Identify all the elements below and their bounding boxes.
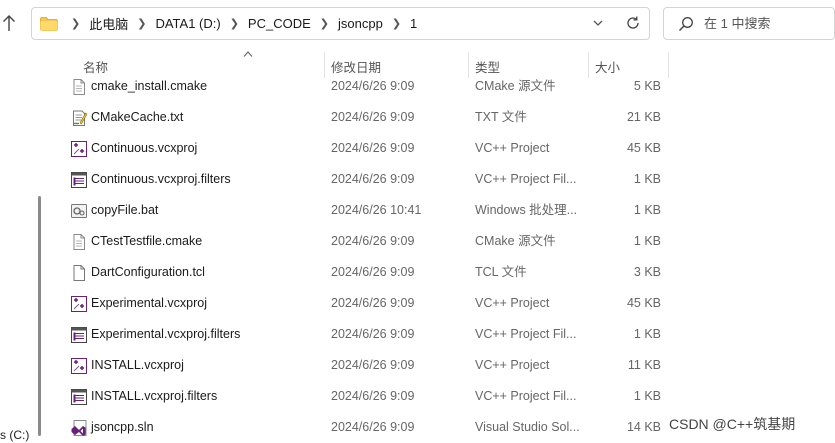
file-date: 2024/6/26 9:09 xyxy=(331,389,415,403)
breadcrumb-this-pc[interactable]: 此电脑 xyxy=(89,14,128,33)
file-type: CMake 源文件 xyxy=(475,79,556,93)
breadcrumb-current[interactable]: 1 xyxy=(410,16,417,31)
file-type: VC++ Project xyxy=(475,141,550,155)
cmake-file-icon xyxy=(71,79,87,95)
file-date: 2024/6/26 9:09 xyxy=(331,296,415,310)
file-name: Continuous.vcxproj xyxy=(91,141,198,155)
file-name: CMakeCache.txt xyxy=(91,110,184,124)
file-size: 1 KB xyxy=(633,172,661,186)
file-size: 1 KB xyxy=(633,327,661,341)
file-size: 14 KB xyxy=(626,420,661,434)
file-row[interactable]: Experimental.vcxproj 2024/6/26 9:09 VC++ P… xyxy=(48,288,668,319)
column-divider[interactable] xyxy=(668,52,669,78)
file-type: Windows 批处理... xyxy=(475,203,578,217)
folder-icon xyxy=(40,17,58,31)
file-date: 2024/6/26 9:09 xyxy=(331,234,415,248)
file-type: VC++ Project Fil... xyxy=(475,389,577,403)
file-size: 21 KB xyxy=(626,110,661,124)
chevron-right-icon[interactable]: ❯ xyxy=(230,17,239,30)
file-type: VC++ Project Fil... xyxy=(475,172,577,186)
file-date: 2024/6/26 9:09 xyxy=(331,79,415,93)
file-type: VC++ Project xyxy=(475,358,550,372)
breadcrumb-jsoncpp[interactable]: jsoncpp xyxy=(338,16,383,31)
file-name: cmake_install.cmake xyxy=(91,79,208,93)
file-size: 45 KB xyxy=(626,296,661,310)
vcxproj-icon xyxy=(71,358,87,374)
file-date: 2024/6/26 9:09 xyxy=(331,172,415,186)
file-name: Experimental.vcxproj xyxy=(91,296,208,310)
filters-icon xyxy=(71,389,87,405)
file-type: Visual Studio Sol... xyxy=(475,420,580,434)
file-date: 2024/6/26 9:09 xyxy=(331,327,415,341)
search-icon xyxy=(678,16,694,32)
breadcrumb-pc-code[interactable]: PC_CODE xyxy=(248,16,311,31)
file-name: CTestTestfile.cmake xyxy=(91,234,203,248)
up-arrow-icon[interactable] xyxy=(2,14,16,32)
text-file-icon xyxy=(71,110,88,126)
file-size: 3 KB xyxy=(633,265,661,279)
file-size: 1 KB xyxy=(633,389,661,403)
file-name: INSTALL.vcxproj.filters xyxy=(91,389,218,403)
file-row[interactable]: CMakeCache.txt 2024/6/26 9:09 TXT 文件 21 KB xyxy=(48,102,668,133)
file-type: TXT 文件 xyxy=(475,110,527,124)
file-row[interactable]: copyFile.bat 2024/6/26 10:41 Windows 批处理..… xyxy=(48,195,668,226)
file-row[interactable]: CTestTestfile.cmake 2024/6/26 9:09 CMake 源… xyxy=(48,226,668,257)
vcxproj-icon xyxy=(71,141,87,157)
file-name: jsoncpp.sln xyxy=(91,420,154,434)
file-type: TCL 文件 xyxy=(475,265,527,279)
file-row[interactable]: cmake_install.cmake 2024/6/26 9:09 CMake 源… xyxy=(48,71,668,102)
search-input[interactable]: 在 1 中搜索 xyxy=(663,7,835,40)
sort-ascending-icon xyxy=(243,50,253,58)
nav-drive-item[interactable]: s (C:) xyxy=(0,428,29,442)
file-row[interactable]: Experimental.vcxproj.filters 2024/6/26 9:… xyxy=(48,319,668,350)
file-size: 1 KB xyxy=(633,203,661,217)
bat-file-icon xyxy=(71,203,87,219)
file-row[interactable]: Continuous.vcxproj 2024/6/26 9:09 VC++ Pro… xyxy=(48,133,668,164)
file-size: 45 KB xyxy=(626,141,661,155)
file-type: VC++ Project xyxy=(475,296,550,310)
file-name: copyFile.bat xyxy=(91,203,159,217)
chevron-right-icon[interactable]: ❯ xyxy=(320,17,329,30)
file-name: Continuous.vcxproj.filters xyxy=(91,172,231,186)
breadcrumb: ❯ 此电脑 ❯ DATA1 (D:) ❯ PC_CODE ❯ jsoncpp ❯… xyxy=(62,8,417,39)
filters-icon xyxy=(71,172,87,188)
file-date: 2024/6/26 9:09 xyxy=(331,141,415,155)
file-name: Experimental.vcxproj.filters xyxy=(91,327,241,341)
file-date: 2024/6/26 10:41 xyxy=(331,203,422,217)
file-date: 2024/6/26 9:09 xyxy=(331,110,415,124)
file-date: 2024/6/26 9:09 xyxy=(331,265,415,279)
file-size: 11 KB xyxy=(627,358,661,372)
vcxproj-icon xyxy=(71,296,87,312)
chevron-right-icon[interactable]: ❯ xyxy=(392,17,401,30)
file-date: 2024/6/26 9:09 xyxy=(331,420,415,434)
scrollbar[interactable] xyxy=(38,196,41,436)
watermark: CSDN @C++筑基期 xyxy=(669,416,796,432)
navigation-pane xyxy=(0,46,34,443)
file-date: 2024/6/26 9:09 xyxy=(331,358,415,372)
chevron-down-icon[interactable] xyxy=(591,16,605,30)
chevron-right-icon[interactable]: ❯ xyxy=(137,17,146,30)
file-size: 1 KB xyxy=(633,234,661,248)
file-name: DartConfiguration.tcl xyxy=(91,265,205,279)
address-bar[interactable]: ❯ 此电脑 ❯ DATA1 (D:) ❯ PC_CODE ❯ jsoncpp ❯… xyxy=(31,7,650,40)
cmake-file-icon xyxy=(71,234,87,250)
file-row[interactable]: INSTALL.vcxproj 2024/6/26 9:09 VC++ Projec… xyxy=(48,350,668,381)
sln-file-icon xyxy=(71,420,87,436)
file-row[interactable]: INSTALL.vcxproj.filters 2024/6/26 9:09 VC+… xyxy=(48,381,668,412)
file-name: INSTALL.vcxproj xyxy=(91,358,184,372)
file-row[interactable]: jsoncpp.sln 2024/6/26 9:09 Visual Studio S… xyxy=(48,412,668,443)
navigation-bar: ❯ 此电脑 ❯ DATA1 (D:) ❯ PC_CODE ❯ jsoncpp ❯… xyxy=(0,0,835,46)
file-row[interactable]: Continuous.vcxproj.filters 2024/6/26 9:09… xyxy=(48,164,668,195)
file-row[interactable]: DartConfiguration.tcl 2024/6/26 9:09 TCL 文… xyxy=(48,257,668,288)
search-placeholder: 在 1 中搜索 xyxy=(704,16,771,31)
blank-file-icon xyxy=(71,265,87,281)
filters-icon xyxy=(71,327,87,343)
breadcrumb-drive[interactable]: DATA1 (D:) xyxy=(155,16,220,31)
file-type: CMake 源文件 xyxy=(475,234,556,248)
file-size: 5 KB xyxy=(633,79,661,93)
file-type: VC++ Project Fil... xyxy=(475,327,577,341)
refresh-icon[interactable] xyxy=(624,14,642,32)
chevron-right-icon: ❯ xyxy=(71,18,81,30)
